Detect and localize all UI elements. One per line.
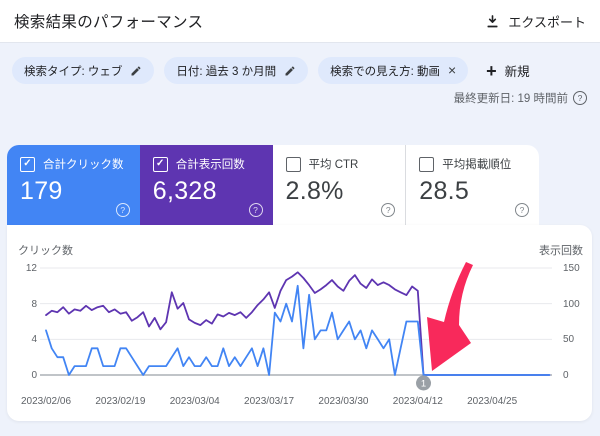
checkbox-icon[interactable]: ✓ xyxy=(153,157,168,172)
new-filter-label: 新規 xyxy=(505,61,530,80)
chart-canvas[interactable]: 1 xyxy=(7,225,592,421)
export-button[interactable]: エクスポート xyxy=(485,12,586,31)
metric-label: 平均 CTR xyxy=(309,156,359,172)
pencil-icon[interactable] xyxy=(284,65,296,77)
metric-card-ctr[interactable]: 平均 CTR 2.8% ? xyxy=(273,145,406,225)
filter-bar: 検索タイプ: ウェブ 日付: 過去 3 か月間 検索での見え方: 動画 × + … xyxy=(12,57,530,84)
checkbox-icon[interactable]: ✓ xyxy=(20,157,35,172)
close-icon[interactable]: × xyxy=(448,63,456,77)
download-icon xyxy=(485,14,500,29)
metric-value: 2.8% xyxy=(286,177,393,206)
filter-chip-label: 検索タイプ: ウェブ xyxy=(24,63,122,79)
help-icon[interactable]: ? xyxy=(249,203,263,217)
x-axis-date-label: 2023/02/06 xyxy=(16,396,76,407)
left-axis-tick: 12 xyxy=(7,263,37,274)
pencil-icon[interactable] xyxy=(130,65,142,77)
plus-icon: + xyxy=(486,62,497,80)
drawn-arrow-annotation xyxy=(427,262,473,371)
left-axis-tick: 4 xyxy=(7,334,37,345)
metric-value: 179 xyxy=(20,177,127,206)
filter-chip-label: 日付: 過去 3 か月間 xyxy=(176,63,276,79)
right-axis-tick: 100 xyxy=(563,299,580,310)
metric-value: 6,328 xyxy=(153,177,260,206)
metric-card-clicks[interactable]: ✓ 合計クリック数 179 ? xyxy=(7,145,140,225)
filter-chip-date[interactable]: 日付: 過去 3 か月間 xyxy=(164,57,308,84)
filter-chip-label: 検索での見え方: 動画 xyxy=(330,63,440,79)
left-axis-tick: 8 xyxy=(7,299,37,310)
metric-label: 合計クリック数 xyxy=(43,156,124,172)
help-icon[interactable]: ? xyxy=(515,203,529,217)
x-axis-date-label: 2023/04/25 xyxy=(462,396,522,407)
performance-chart[interactable]: クリック数 表示回数 1 048120501001502023/02/06202… xyxy=(7,225,592,421)
help-icon[interactable]: ? xyxy=(573,91,587,105)
metric-cards: ✓ 合計クリック数 179 ? ✓ 合計表示回数 6,328 ? 平均 CTR … xyxy=(7,145,539,225)
right-axis-tick: 50 xyxy=(563,334,574,345)
header: 検索結果のパフォーマンス エクスポート xyxy=(0,0,600,43)
filter-chip-search-appearance[interactable]: 検索での見え方: 動画 × xyxy=(318,57,468,84)
x-axis-date-label: 2023/03/17 xyxy=(239,396,299,407)
last-updated-text: 最終更新日: 19 時間前 xyxy=(454,90,568,106)
x-axis-date-label: 2023/02/19 xyxy=(90,396,150,407)
left-axis-tick: 0 xyxy=(7,370,37,381)
export-label: エクスポート xyxy=(508,12,586,31)
metric-value: 28.5 xyxy=(419,177,526,206)
x-axis-date-label: 2023/03/04 xyxy=(165,396,225,407)
x-axis-date-label: 2023/04/12 xyxy=(388,396,448,407)
last-updated: 最終更新日: 19 時間前 ? xyxy=(454,90,587,106)
right-axis-tick: 150 xyxy=(563,263,580,274)
metric-label: 平均掲載順位 xyxy=(442,156,511,172)
series-line-left[interactable] xyxy=(46,286,549,375)
help-icon[interactable]: ? xyxy=(116,203,130,217)
page-title: 検索結果のパフォーマンス xyxy=(14,10,203,32)
checkbox-icon[interactable] xyxy=(286,157,301,172)
checkbox-icon[interactable] xyxy=(419,157,434,172)
metric-label: 合計表示回数 xyxy=(176,156,245,172)
right-axis-tick: 0 xyxy=(563,370,569,381)
new-filter-button[interactable]: + 新規 xyxy=(486,61,530,80)
help-icon[interactable]: ? xyxy=(381,203,395,217)
metric-card-position[interactable]: 平均掲載順位 28.5 ? xyxy=(405,145,539,225)
metric-card-impressions[interactable]: ✓ 合計表示回数 6,328 ? xyxy=(140,145,273,225)
filter-chip-search-type[interactable]: 検索タイプ: ウェブ xyxy=(12,57,154,84)
annotation-badge-label: 1 xyxy=(421,378,426,389)
x-axis-date-label: 2023/03/30 xyxy=(313,396,373,407)
